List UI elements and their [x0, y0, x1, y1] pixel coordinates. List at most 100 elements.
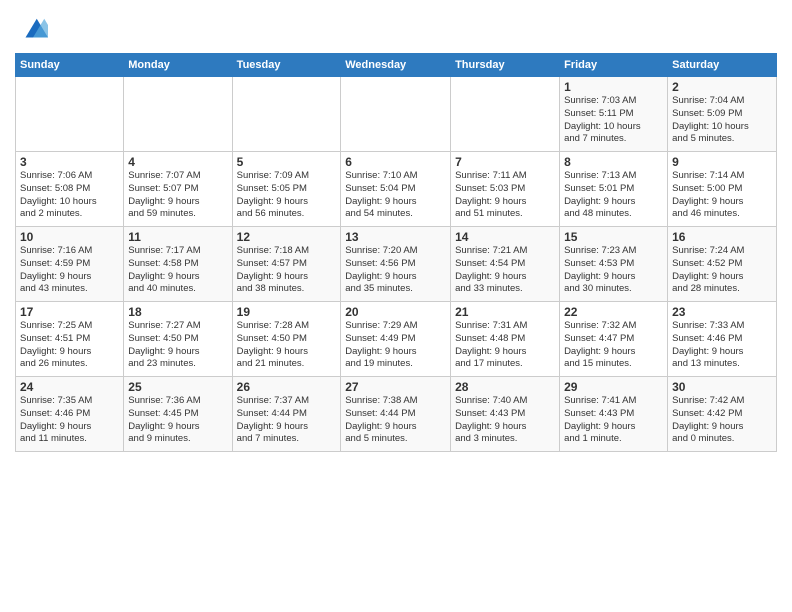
day-number: 21 — [455, 305, 555, 319]
calendar-cell: 13Sunrise: 7:20 AM Sunset: 4:56 PM Dayli… — [341, 227, 451, 302]
calendar-cell: 8Sunrise: 7:13 AM Sunset: 5:01 PM Daylig… — [560, 152, 668, 227]
day-number: 9 — [672, 155, 772, 169]
day-number: 24 — [20, 380, 119, 394]
weekday-header-row: SundayMondayTuesdayWednesdayThursdayFrid… — [16, 54, 777, 77]
day-info: Sunrise: 7:18 AM Sunset: 4:57 PM Dayligh… — [237, 245, 337, 296]
day-number: 11 — [128, 230, 227, 244]
day-number: 23 — [672, 305, 772, 319]
calendar-header: SundayMondayTuesdayWednesdayThursdayFrid… — [16, 54, 777, 77]
day-number: 26 — [237, 380, 337, 394]
day-info: Sunrise: 7:03 AM Sunset: 5:11 PM Dayligh… — [564, 95, 663, 146]
day-info: Sunrise: 7:27 AM Sunset: 4:50 PM Dayligh… — [128, 320, 227, 371]
calendar-cell: 3Sunrise: 7:06 AM Sunset: 5:08 PM Daylig… — [16, 152, 124, 227]
day-info: Sunrise: 7:25 AM Sunset: 4:51 PM Dayligh… — [20, 320, 119, 371]
day-number: 6 — [345, 155, 446, 169]
calendar-table: SundayMondayTuesdayWednesdayThursdayFrid… — [15, 53, 777, 452]
calendar-cell: 16Sunrise: 7:24 AM Sunset: 4:52 PM Dayli… — [668, 227, 777, 302]
calendar-cell: 24Sunrise: 7:35 AM Sunset: 4:46 PM Dayli… — [16, 377, 124, 452]
main-container: SundayMondayTuesdayWednesdayThursdayFrid… — [0, 0, 792, 457]
calendar-cell: 9Sunrise: 7:14 AM Sunset: 5:00 PM Daylig… — [668, 152, 777, 227]
calendar-cell: 6Sunrise: 7:10 AM Sunset: 5:04 PM Daylig… — [341, 152, 451, 227]
day-number: 29 — [564, 380, 663, 394]
day-number: 15 — [564, 230, 663, 244]
day-number: 20 — [345, 305, 446, 319]
calendar-cell: 28Sunrise: 7:40 AM Sunset: 4:43 PM Dayli… — [451, 377, 560, 452]
calendar-cell: 4Sunrise: 7:07 AM Sunset: 5:07 PM Daylig… — [124, 152, 232, 227]
day-info: Sunrise: 7:06 AM Sunset: 5:08 PM Dayligh… — [20, 170, 119, 221]
calendar-cell: 1Sunrise: 7:03 AM Sunset: 5:11 PM Daylig… — [560, 77, 668, 152]
day-info: Sunrise: 7:31 AM Sunset: 4:48 PM Dayligh… — [455, 320, 555, 371]
calendar-cell: 12Sunrise: 7:18 AM Sunset: 4:57 PM Dayli… — [232, 227, 341, 302]
calendar-cell — [451, 77, 560, 152]
calendar-cell: 14Sunrise: 7:21 AM Sunset: 4:54 PM Dayli… — [451, 227, 560, 302]
calendar-cell: 20Sunrise: 7:29 AM Sunset: 4:49 PM Dayli… — [341, 302, 451, 377]
calendar-cell: 10Sunrise: 7:16 AM Sunset: 4:59 PM Dayli… — [16, 227, 124, 302]
day-number: 7 — [455, 155, 555, 169]
day-info: Sunrise: 7:40 AM Sunset: 4:43 PM Dayligh… — [455, 395, 555, 446]
day-number: 18 — [128, 305, 227, 319]
calendar-cell: 5Sunrise: 7:09 AM Sunset: 5:05 PM Daylig… — [232, 152, 341, 227]
calendar-cell: 15Sunrise: 7:23 AM Sunset: 4:53 PM Dayli… — [560, 227, 668, 302]
weekday-header-monday: Monday — [124, 54, 232, 77]
calendar-cell — [124, 77, 232, 152]
calendar-cell: 11Sunrise: 7:17 AM Sunset: 4:58 PM Dayli… — [124, 227, 232, 302]
calendar-cell: 27Sunrise: 7:38 AM Sunset: 4:44 PM Dayli… — [341, 377, 451, 452]
day-number: 25 — [128, 380, 227, 394]
day-number: 17 — [20, 305, 119, 319]
calendar-cell — [232, 77, 341, 152]
day-info: Sunrise: 7:29 AM Sunset: 4:49 PM Dayligh… — [345, 320, 446, 371]
weekday-header-friday: Friday — [560, 54, 668, 77]
day-info: Sunrise: 7:13 AM Sunset: 5:01 PM Dayligh… — [564, 170, 663, 221]
weekday-header-thursday: Thursday — [451, 54, 560, 77]
day-info: Sunrise: 7:14 AM Sunset: 5:00 PM Dayligh… — [672, 170, 772, 221]
day-number: 1 — [564, 80, 663, 94]
day-info: Sunrise: 7:35 AM Sunset: 4:46 PM Dayligh… — [20, 395, 119, 446]
day-number: 12 — [237, 230, 337, 244]
day-info: Sunrise: 7:16 AM Sunset: 4:59 PM Dayligh… — [20, 245, 119, 296]
calendar-cell — [341, 77, 451, 152]
day-number: 27 — [345, 380, 446, 394]
day-number: 16 — [672, 230, 772, 244]
logo — [15, 15, 48, 45]
calendar-cell: 7Sunrise: 7:11 AM Sunset: 5:03 PM Daylig… — [451, 152, 560, 227]
day-info: Sunrise: 7:07 AM Sunset: 5:07 PM Dayligh… — [128, 170, 227, 221]
calendar-week-2: 10Sunrise: 7:16 AM Sunset: 4:59 PM Dayli… — [16, 227, 777, 302]
day-info: Sunrise: 7:28 AM Sunset: 4:50 PM Dayligh… — [237, 320, 337, 371]
logo-icon — [18, 15, 48, 45]
day-number: 30 — [672, 380, 772, 394]
calendar-cell: 19Sunrise: 7:28 AM Sunset: 4:50 PM Dayli… — [232, 302, 341, 377]
day-info: Sunrise: 7:09 AM Sunset: 5:05 PM Dayligh… — [237, 170, 337, 221]
calendar-cell: 22Sunrise: 7:32 AM Sunset: 4:47 PM Dayli… — [560, 302, 668, 377]
day-info: Sunrise: 7:36 AM Sunset: 4:45 PM Dayligh… — [128, 395, 227, 446]
day-number: 8 — [564, 155, 663, 169]
calendar-week-3: 17Sunrise: 7:25 AM Sunset: 4:51 PM Dayli… — [16, 302, 777, 377]
day-number: 14 — [455, 230, 555, 244]
day-info: Sunrise: 7:17 AM Sunset: 4:58 PM Dayligh… — [128, 245, 227, 296]
day-number: 22 — [564, 305, 663, 319]
day-number: 13 — [345, 230, 446, 244]
calendar-cell: 29Sunrise: 7:41 AM Sunset: 4:43 PM Dayli… — [560, 377, 668, 452]
day-info: Sunrise: 7:33 AM Sunset: 4:46 PM Dayligh… — [672, 320, 772, 371]
weekday-header-tuesday: Tuesday — [232, 54, 341, 77]
day-info: Sunrise: 7:11 AM Sunset: 5:03 PM Dayligh… — [455, 170, 555, 221]
calendar-cell: 17Sunrise: 7:25 AM Sunset: 4:51 PM Dayli… — [16, 302, 124, 377]
day-number: 3 — [20, 155, 119, 169]
calendar-cell: 30Sunrise: 7:42 AM Sunset: 4:42 PM Dayli… — [668, 377, 777, 452]
calendar-cell — [16, 77, 124, 152]
calendar-cell: 2Sunrise: 7:04 AM Sunset: 5:09 PM Daylig… — [668, 77, 777, 152]
calendar-week-1: 3Sunrise: 7:06 AM Sunset: 5:08 PM Daylig… — [16, 152, 777, 227]
day-number: 28 — [455, 380, 555, 394]
day-info: Sunrise: 7:20 AM Sunset: 4:56 PM Dayligh… — [345, 245, 446, 296]
weekday-header-saturday: Saturday — [668, 54, 777, 77]
weekday-header-sunday: Sunday — [16, 54, 124, 77]
day-number: 5 — [237, 155, 337, 169]
calendar-cell: 18Sunrise: 7:27 AM Sunset: 4:50 PM Dayli… — [124, 302, 232, 377]
calendar-week-0: 1Sunrise: 7:03 AM Sunset: 5:11 PM Daylig… — [16, 77, 777, 152]
day-info: Sunrise: 7:42 AM Sunset: 4:42 PM Dayligh… — [672, 395, 772, 446]
calendar-cell: 25Sunrise: 7:36 AM Sunset: 4:45 PM Dayli… — [124, 377, 232, 452]
calendar-cell: 26Sunrise: 7:37 AM Sunset: 4:44 PM Dayli… — [232, 377, 341, 452]
day-info: Sunrise: 7:37 AM Sunset: 4:44 PM Dayligh… — [237, 395, 337, 446]
day-info: Sunrise: 7:04 AM Sunset: 5:09 PM Dayligh… — [672, 95, 772, 146]
header-section — [15, 10, 777, 45]
day-number: 4 — [128, 155, 227, 169]
